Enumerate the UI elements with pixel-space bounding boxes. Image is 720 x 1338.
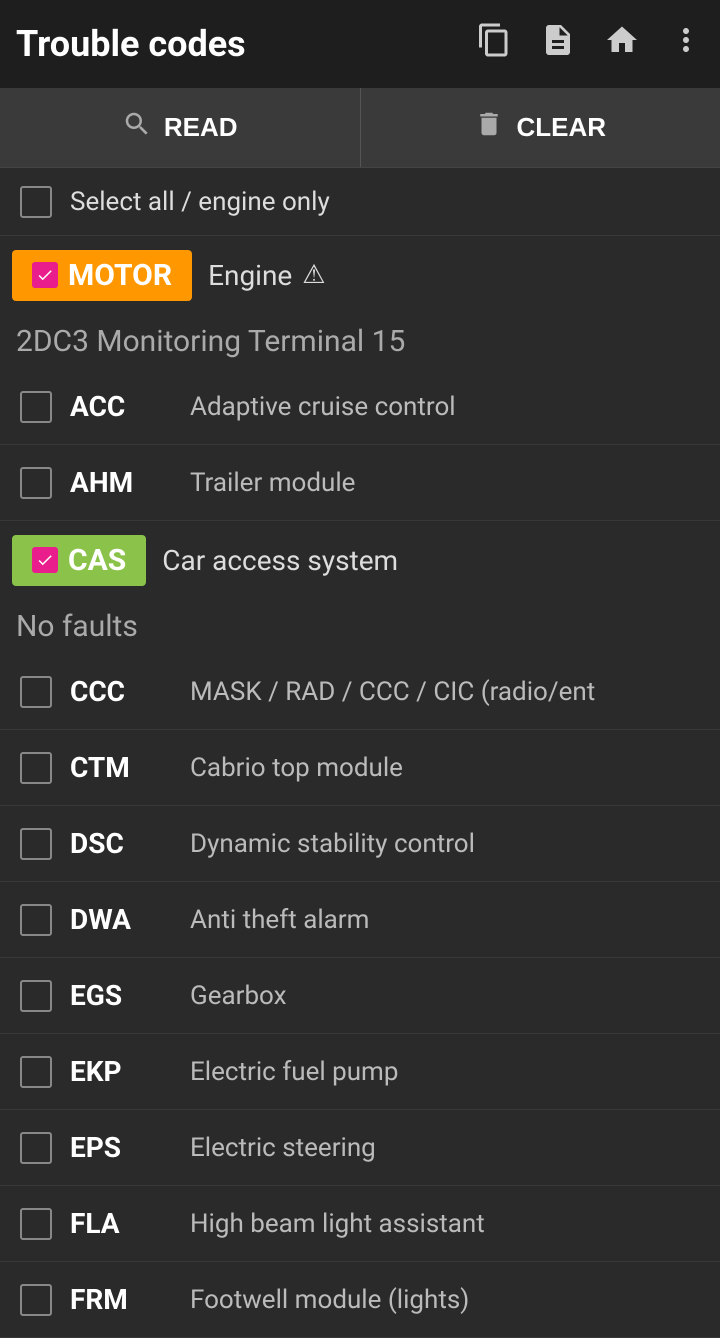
- cas-module-header: CAS Car access system: [0, 521, 720, 599]
- dsc-checkbox[interactable]: [20, 828, 52, 860]
- list-item: ACC Adaptive cruise control: [0, 369, 720, 445]
- copy-icon[interactable]: [476, 22, 512, 66]
- acc-checkbox[interactable]: [20, 391, 52, 423]
- motor-tag[interactable]: MOTOR: [12, 250, 192, 301]
- list-item: FRM Footwell module (lights): [0, 1262, 720, 1338]
- cas-tag-label: CAS: [68, 543, 126, 578]
- ekp-code: EKP: [70, 1055, 190, 1088]
- fla-checkbox[interactable]: [20, 1208, 52, 1240]
- list-item: DWA Anti theft alarm: [0, 882, 720, 958]
- header: Trouble codes: [0, 0, 720, 88]
- document-icon[interactable]: [540, 22, 576, 66]
- list-item: EKP Electric fuel pump: [0, 1034, 720, 1110]
- ccc-checkbox[interactable]: [20, 676, 52, 708]
- ahm-desc: Trailer module: [190, 468, 700, 498]
- frm-code: FRM: [70, 1283, 190, 1316]
- delete-icon: [474, 109, 504, 146]
- dwa-checkbox[interactable]: [20, 904, 52, 936]
- cas-checkbox: [32, 547, 58, 573]
- acc-code: ACC: [70, 390, 190, 423]
- list-item: DSC Dynamic stability control: [0, 806, 720, 882]
- egs-checkbox[interactable]: [20, 980, 52, 1012]
- home-icon[interactable]: [604, 22, 640, 66]
- list-item: CCC MASK / RAD / CCC / CIC (radio/ent: [0, 654, 720, 730]
- motor-checkbox: [32, 262, 58, 288]
- ccc-desc: MASK / RAD / CCC / CIC (radio/ent: [190, 677, 700, 707]
- clear-button[interactable]: CLEAR: [361, 88, 720, 167]
- list-item: FLA High beam light assistant: [0, 1186, 720, 1262]
- clear-label: CLEAR: [516, 112, 606, 143]
- list-item: EGS Gearbox: [0, 958, 720, 1034]
- egs-desc: Gearbox: [190, 981, 700, 1011]
- ctm-desc: Cabrio top module: [190, 753, 700, 783]
- frm-checkbox[interactable]: [20, 1284, 52, 1316]
- list-item: EPS Electric steering: [0, 1110, 720, 1186]
- eps-desc: Electric steering: [190, 1133, 700, 1163]
- ekp-checkbox[interactable]: [20, 1056, 52, 1088]
- dsc-code: DSC: [70, 827, 190, 860]
- fla-code: FLA: [70, 1207, 190, 1240]
- motor-module-name: Engine ⚠: [208, 259, 326, 292]
- dwa-desc: Anti theft alarm: [190, 905, 700, 935]
- ekp-desc: Electric fuel pump: [190, 1057, 700, 1087]
- dwa-code: DWA: [70, 903, 190, 936]
- cas-module-name: Car access system: [162, 544, 398, 577]
- list-item: CTM Cabrio top module: [0, 730, 720, 806]
- ahm-code: AHM: [70, 466, 190, 499]
- list-item: AHM Trailer module: [0, 445, 720, 521]
- ctm-checkbox[interactable]: [20, 752, 52, 784]
- ccc-code: CCC: [70, 675, 190, 708]
- read-button[interactable]: READ: [0, 88, 361, 167]
- acc-desc: Adaptive cruise control: [190, 392, 700, 422]
- fla-desc: High beam light assistant: [190, 1209, 700, 1239]
- ahm-checkbox[interactable]: [20, 467, 52, 499]
- select-all-checkbox[interactable]: [20, 186, 52, 218]
- cas-tag[interactable]: CAS: [12, 535, 146, 586]
- read-label: READ: [164, 112, 238, 143]
- motor-module-header: MOTOR Engine ⚠: [0, 236, 720, 314]
- ctm-code: CTM: [70, 751, 190, 784]
- dsc-desc: Dynamic stability control: [190, 829, 700, 859]
- motor-section-title: 2DC3 Monitoring Terminal 15: [0, 314, 720, 369]
- eps-code: EPS: [70, 1131, 190, 1164]
- header-icons: [476, 22, 704, 66]
- no-faults-label: No faults: [0, 599, 720, 654]
- warning-icon: ⚠: [302, 260, 325, 290]
- search-icon: [122, 109, 152, 146]
- page-title: Trouble codes: [16, 23, 476, 65]
- select-all-label: Select all / engine only: [70, 187, 330, 217]
- eps-checkbox[interactable]: [20, 1132, 52, 1164]
- egs-code: EGS: [70, 979, 190, 1012]
- toolbar: READ CLEAR: [0, 88, 720, 168]
- frm-desc: Footwell module (lights): [190, 1285, 700, 1315]
- select-all-row[interactable]: Select all / engine only: [0, 168, 720, 236]
- motor-tag-label: MOTOR: [68, 258, 172, 293]
- more-icon[interactable]: [668, 22, 704, 66]
